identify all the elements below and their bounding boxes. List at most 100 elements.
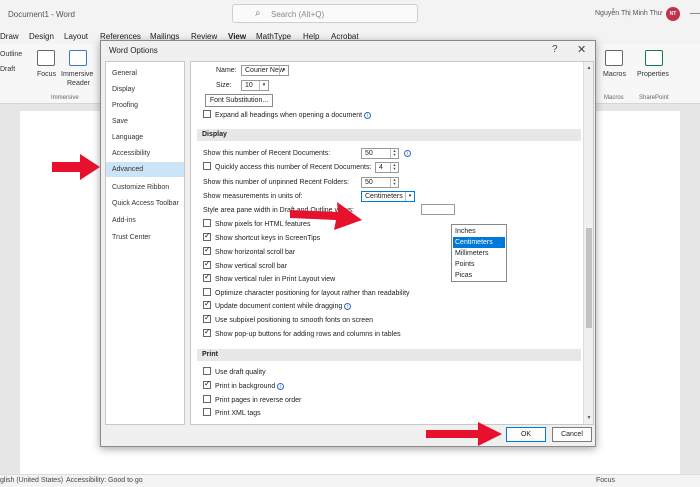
- checkbox[interactable]: [203, 299, 211, 309]
- draft-button[interactable]: Draft: [0, 66, 15, 73]
- nav-item-add-ins[interactable]: Add-ins: [106, 213, 184, 228]
- scroll-down-icon[interactable]: ▼: [585, 414, 593, 422]
- checkbox[interactable]: [203, 327, 211, 337]
- status-language[interactable]: glish (United States): [0, 477, 63, 484]
- group-immersive-label: Immersive: [51, 95, 79, 101]
- nav-item-language[interactable]: Language: [106, 130, 184, 145]
- display-option-row[interactable]: Update document content while draggingi: [203, 299, 352, 312]
- status-focus[interactable]: Focus: [596, 477, 615, 484]
- nav-item-display[interactable]: Display: [106, 82, 184, 97]
- expand-headings-option[interactable]: Expand all headings when opening a docum…: [203, 110, 372, 121]
- avatar[interactable]: NT: [666, 7, 680, 21]
- user-name[interactable]: Nguyễn Thị Minh Thư: [595, 10, 662, 17]
- measurement-label: Show measurements in units of:: [203, 193, 303, 200]
- macros-icon[interactable]: [605, 50, 623, 66]
- nav-item-advanced[interactable]: Advanced: [106, 162, 184, 177]
- display-option-row[interactable]: Show vertical ruler in Print Layout view: [203, 272, 336, 285]
- display-option-label: Show vertical scroll bar: [215, 262, 287, 270]
- display-option-row[interactable]: Show vertical scroll bar: [203, 259, 287, 272]
- units-option-centimeters[interactable]: Centimeters: [453, 237, 505, 248]
- display-option-label: Show shortcut keys in ScreenTips: [215, 234, 321, 242]
- units-option-inches[interactable]: Inches: [453, 226, 505, 237]
- print-option-row[interactable]: Use draft quality: [203, 367, 266, 378]
- nav-item-accessibility[interactable]: Accessibility: [106, 146, 184, 161]
- checkbox[interactable]: [203, 408, 211, 416]
- search-box[interactable]: ⌕ Search (Alt+Q): [232, 4, 418, 23]
- font-size-value: 10: [245, 82, 253, 89]
- help-button[interactable]: ?: [552, 44, 558, 55]
- units-option-picas[interactable]: Picas: [453, 270, 505, 281]
- info-icon: i: [404, 150, 411, 157]
- checkbox[interactable]: [203, 231, 211, 241]
- print-option-row[interactable]: Print in backgroundi: [203, 379, 285, 392]
- properties-icon[interactable]: [645, 50, 663, 66]
- checkbox[interactable]: [203, 313, 211, 323]
- spinner-arrows-icon[interactable]: ▲ ▼: [390, 163, 398, 172]
- checkbox[interactable]: [203, 379, 211, 389]
- units-option-points[interactable]: Points: [453, 259, 505, 270]
- spinner-arrows-icon[interactable]: ▲ ▼: [390, 178, 398, 187]
- outline-button[interactable]: Outline: [0, 51, 22, 58]
- immersive-reader-label-1[interactable]: Immersive: [61, 71, 93, 78]
- checkbox[interactable]: [203, 288, 211, 296]
- info-icon: i: [277, 382, 285, 390]
- print-option-row[interactable]: Print pages in reverse order: [203, 395, 301, 406]
- spinner-arrows-icon[interactable]: ▲ ▼: [390, 149, 398, 158]
- units-option-millimeters[interactable]: Millimeters: [453, 248, 505, 259]
- recent-docs-spinner[interactable]: 50 ▲ ▼: [361, 148, 399, 159]
- display-option-row[interactable]: Show horizontal scroll bar: [203, 245, 295, 258]
- style-area-input[interactable]: [421, 204, 455, 215]
- info-icon: i: [344, 302, 352, 310]
- nav-item-trust-center[interactable]: Trust Center: [106, 230, 184, 245]
- measurement-units-combo[interactable]: Centimeters ▾: [361, 191, 415, 202]
- checkbox[interactable]: [203, 272, 211, 282]
- font-name-combo[interactable]: Courier New ▾: [241, 65, 289, 76]
- display-option-row[interactable]: Use subpixel positioning to smooth fonts…: [203, 313, 373, 326]
- cancel-button[interactable]: Cancel: [552, 427, 592, 442]
- display-option-label: Show vertical ruler in Print Layout view: [215, 275, 336, 283]
- focus-button-label[interactable]: Focus: [37, 71, 56, 78]
- options-nav-list: General Display Proofing Save Language A…: [105, 61, 185, 425]
- document-title: Document1 - Word: [8, 10, 75, 19]
- tab-draw[interactable]: Draw: [0, 32, 19, 41]
- checkbox[interactable]: [203, 162, 211, 170]
- immersive-reader-label-2[interactable]: Reader: [67, 80, 90, 87]
- display-option-row[interactable]: Optimize character positioning for layou…: [203, 288, 410, 299]
- checkbox[interactable]: [203, 245, 211, 255]
- quick-access-spinner[interactable]: 4 ▲ ▼: [375, 162, 399, 173]
- checkbox[interactable]: [203, 110, 211, 118]
- properties-button-label[interactable]: Properties: [637, 71, 669, 78]
- tab-layout[interactable]: Layout: [64, 32, 88, 41]
- nav-item-customize-ribbon[interactable]: Customize Ribbon: [106, 180, 184, 195]
- checkbox[interactable]: [203, 367, 211, 375]
- display-option-row[interactable]: Show pop-up buttons for adding rows and …: [203, 327, 401, 340]
- close-icon[interactable]: ✕: [577, 43, 586, 56]
- font-size-combo[interactable]: 10 ▾: [241, 80, 269, 91]
- quick-access-label: Quickly access this number of Recent Doc…: [215, 163, 372, 171]
- unpinned-folders-value: 50: [365, 179, 373, 186]
- ok-button[interactable]: OK: [506, 427, 546, 442]
- display-option-row[interactable]: Show shortcut keys in ScreenTips: [203, 231, 321, 244]
- print-option-row[interactable]: Print XML tags: [203, 408, 261, 419]
- content-scrollbar[interactable]: ▲ ▼: [583, 62, 593, 424]
- nav-item-proofing[interactable]: Proofing: [106, 98, 184, 113]
- nav-item-quick-access-toolbar[interactable]: Quick Access Toolbar: [106, 196, 184, 211]
- focus-icon[interactable]: [37, 50, 55, 66]
- search-icon: ⌕: [255, 8, 261, 19]
- checkbox[interactable]: [203, 259, 211, 269]
- immersive-reader-icon[interactable]: [69, 50, 87, 66]
- scroll-up-icon[interactable]: ▲: [585, 64, 593, 72]
- unpinned-folders-spinner[interactable]: 50 ▲ ▼: [361, 177, 399, 188]
- scroll-thumb[interactable]: [586, 228, 592, 328]
- nav-item-general[interactable]: General: [106, 66, 184, 81]
- checkbox[interactable]: [203, 395, 211, 403]
- minimize-icon[interactable]: —: [690, 8, 700, 19]
- tab-design[interactable]: Design: [29, 32, 54, 41]
- display-section-header: Display: [197, 129, 581, 141]
- nav-item-save[interactable]: Save: [106, 114, 184, 129]
- macros-button-label[interactable]: Macros: [603, 71, 626, 78]
- font-substitution-button[interactable]: Font Substitution...: [205, 94, 273, 107]
- status-accessibility[interactable]: Accessibility: Good to go: [66, 477, 143, 484]
- checkbox[interactable]: [203, 219, 211, 227]
- quick-access-option[interactable]: Quickly access this number of Recent Doc…: [203, 162, 372, 173]
